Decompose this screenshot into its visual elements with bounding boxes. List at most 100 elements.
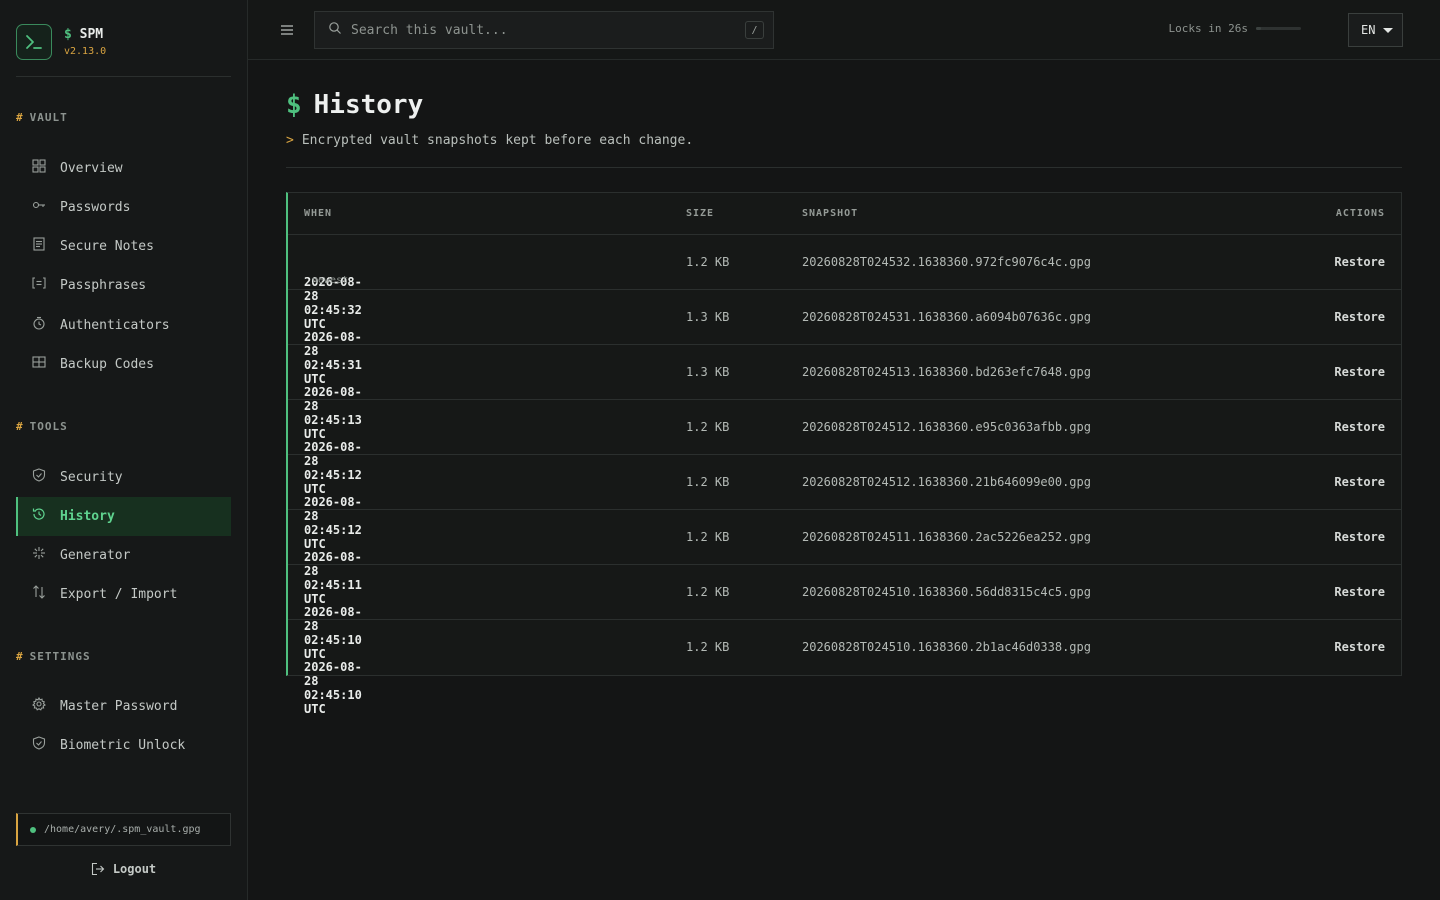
table-row: 2026-08-28 02:45:32 UTC newest 1.2 KB 202… xyxy=(288,235,1401,331)
cell-size: 1.3 KB xyxy=(686,365,730,379)
sidebar-item-master-password[interactable]: Master Password xyxy=(16,687,231,726)
language-value: EN xyxy=(1361,23,1376,37)
search-box[interactable]: / xyxy=(314,11,774,49)
section-label-settings: # SETTINGS xyxy=(16,650,91,663)
logout-icon xyxy=(91,862,113,876)
table-header: WHEN SIZE SNAPSHOT ACTIONS xyxy=(288,193,1401,235)
cell-size: 1.2 KB xyxy=(686,420,730,434)
sidebar-item-authenticators[interactable]: Authenticators xyxy=(16,306,231,345)
cell-size: 1.2 KB xyxy=(686,475,730,489)
terminal-logo-icon xyxy=(16,24,52,60)
table-row: 2026-08-28 02:45:10 UTC 1.2 KB 20260828T… xyxy=(288,620,1401,716)
cell-snapshot: 20260828T024512.1638360.e95c0363afbb.gpg xyxy=(802,420,1091,434)
topbar: / Locks in 26s EN xyxy=(248,0,1440,60)
header-when: WHEN xyxy=(304,208,333,219)
menu-icon[interactable] xyxy=(278,21,296,39)
cell-size: 1.2 KB xyxy=(686,530,730,544)
lock-progress-bar xyxy=(1256,27,1301,30)
restore-button[interactable]: Restore xyxy=(1334,585,1385,599)
sparkle-icon xyxy=(31,545,47,561)
sidebar-item-generator[interactable]: Generator xyxy=(16,536,231,575)
sidebar-item-secure-notes[interactable]: Secure Notes xyxy=(16,227,231,266)
brand-name: $ SPM xyxy=(64,26,106,43)
restore-button[interactable]: Restore xyxy=(1334,255,1385,269)
cell-snapshot: 20260828T024511.1638360.2ac5226ea252.gpg xyxy=(802,530,1091,544)
sidebar-item-label: Export / Import xyxy=(60,587,178,602)
sidebar: $ SPM v2.13.0 # VAULT Overview Passwords … xyxy=(0,0,248,900)
table-row: 2026-08-28 02:45:31 UTC 1.3 KB 20260828T… xyxy=(288,290,1401,386)
sidebar-item-security[interactable]: Security xyxy=(16,458,231,497)
timer-icon xyxy=(31,315,47,331)
header-actions: ACTIONS xyxy=(1335,208,1385,219)
table-row: 2026-08-28 02:45:12 UTC 1.2 KB 20260828T… xyxy=(288,400,1401,496)
cell-snapshot: 20260828T024532.1638360.972fc9076c4c.gpg xyxy=(802,255,1091,269)
newest-badge: newest xyxy=(312,275,349,286)
sidebar-item-label: Passphrases xyxy=(60,278,147,293)
table-row: 2026-08-28 02:45:12 UTC 1.2 KB 20260828T… xyxy=(288,455,1401,551)
table-row: 2026-08-28 02:45:13 UTC 1.3 KB 20260828T… xyxy=(288,345,1401,441)
cell-size: 1.2 KB xyxy=(686,640,730,654)
history-icon xyxy=(31,506,47,522)
header-snapshot: SNAPSHOT xyxy=(802,208,859,219)
restore-button[interactable]: Restore xyxy=(1334,475,1385,489)
restore-button[interactable]: Restore xyxy=(1334,530,1385,544)
logout-button[interactable]: Logout xyxy=(16,857,231,881)
sidebar-item-label: Overview xyxy=(60,161,123,176)
title-divider xyxy=(286,167,1402,168)
brand-prompt: $ xyxy=(64,26,72,42)
title-text: History xyxy=(313,90,424,120)
search-icon xyxy=(328,21,342,35)
sidebar-item-passphrases[interactable]: Passphrases xyxy=(16,266,231,305)
lock-timer: Locks in 26s xyxy=(1169,22,1301,35)
vault-path: /home/avery/.spm_vault.gpg xyxy=(16,813,231,846)
brand-divider xyxy=(16,76,231,77)
sidebar-item-biometric-unlock[interactable]: Biometric Unlock xyxy=(16,726,231,765)
sidebar-item-overview[interactable]: Overview xyxy=(16,149,231,188)
timestamp: 2026-08-28 02:45:10 UTC xyxy=(304,660,362,716)
sidebar-item-passwords[interactable]: Passwords xyxy=(16,188,231,227)
search-input[interactable] xyxy=(351,20,731,40)
cell-size: 1.3 KB xyxy=(686,310,730,324)
sidebar-item-export-import[interactable]: Export / Import xyxy=(16,575,231,614)
brand[interactable]: $ SPM v2.13.0 xyxy=(16,24,106,60)
cell-snapshot: 20260828T024513.1638360.bd263efc7648.gpg xyxy=(802,365,1091,379)
restore-button[interactable]: Restore xyxy=(1334,310,1385,324)
lock-progress-fill xyxy=(1256,27,1261,30)
arrows-icon xyxy=(31,584,47,600)
sidebar-item-label: Security xyxy=(60,470,123,485)
restore-button[interactable]: Restore xyxy=(1334,640,1385,654)
main-content: / Locks in 26s EN $ History > Encrypted va… xyxy=(248,0,1440,900)
brand-title: SPM xyxy=(79,26,104,42)
sidebar-item-label: Generator xyxy=(60,548,131,563)
sidebar-item-label: Backup Codes xyxy=(60,357,154,372)
sidebar-item-label: Authenticators xyxy=(60,318,170,333)
status-dot xyxy=(30,826,36,833)
sidebar-item-history[interactable]: History xyxy=(16,497,231,536)
note-icon xyxy=(31,236,47,252)
restore-button[interactable]: Restore xyxy=(1334,365,1385,379)
cell-size: 1.2 KB xyxy=(686,585,730,599)
restore-button[interactable]: Restore xyxy=(1334,420,1385,434)
table-body: 2026-08-28 02:45:32 UTC newest 1.2 KB 202… xyxy=(288,235,1401,716)
cell-snapshot: 20260828T024510.1638360.56dd8315c4c5.gpg xyxy=(802,585,1091,599)
logout-label: Logout xyxy=(112,862,157,876)
table-row: 2026-08-28 02:45:11 UTC 1.2 KB 20260828T… xyxy=(288,510,1401,606)
subtitle-prompt: > xyxy=(286,133,294,148)
key-icon xyxy=(31,197,47,213)
cell-snapshot: 20260828T024512.1638360.21b646099e00.gpg xyxy=(802,475,1091,489)
language-select[interactable]: EN xyxy=(1348,13,1403,47)
cell-snapshot: 20260828T024531.1638360.a6094b07636c.gpg xyxy=(802,310,1091,324)
section-label-vault: # VAULT xyxy=(16,111,68,124)
cell-size: 1.2 KB xyxy=(686,255,730,269)
app-root: $ SPM v2.13.0 # VAULT Overview Passwords … xyxy=(0,0,1440,900)
sidebar-item-label: History xyxy=(60,509,115,524)
shield-icon xyxy=(31,467,47,483)
title-prompt: $ xyxy=(286,90,302,120)
sidebar-item-backup-codes[interactable]: Backup Codes xyxy=(16,345,231,384)
subtitle-text: Encrypted vault snapshots kept before ea… xyxy=(301,133,694,148)
sidebar-item-label: Master Password xyxy=(60,699,178,714)
shield-check-icon xyxy=(31,735,47,751)
grid-icon xyxy=(31,158,47,174)
history-table: WHEN SIZE SNAPSHOT ACTIONS 2026-08-28 02… xyxy=(286,192,1402,716)
table-row: 2026-08-28 02:45:10 UTC 1.2 KB 20260828T… xyxy=(288,565,1401,661)
